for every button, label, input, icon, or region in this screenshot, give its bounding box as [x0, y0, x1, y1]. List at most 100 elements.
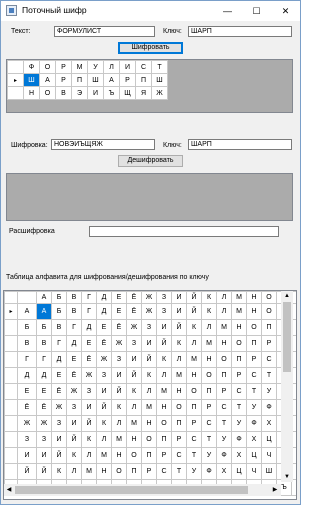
- grid-cell[interactable]: П: [246, 335, 262, 352]
- grid-cell[interactable]: Т: [231, 399, 247, 416]
- grid-cell[interactable]: Ч: [261, 447, 277, 464]
- vertical-scrollbar[interactable]: ▲ ▼: [281, 291, 293, 482]
- row-indicator[interactable]: [4, 463, 18, 480]
- table-row[interactable]: ВВГДЕЁЖЗИЙКЛМНОПРСТ: [4, 335, 296, 352]
- grid-cell[interactable]: Ф: [231, 431, 247, 448]
- grid-cell[interactable]: Н: [111, 447, 127, 464]
- column-header[interactable]: Е: [111, 291, 127, 304]
- grid-cell[interactable]: К: [186, 319, 202, 336]
- grid-cell[interactable]: Н: [23, 86, 40, 100]
- grid-cell[interactable]: Р: [55, 73, 72, 87]
- row-header[interactable]: [7, 86, 24, 100]
- column-header[interactable]: И: [119, 60, 136, 74]
- column-header[interactable]: Ж: [141, 291, 157, 304]
- grid-cell[interactable]: З: [156, 303, 172, 320]
- result-input[interactable]: [89, 226, 279, 237]
- title-bar[interactable]: Поточный шифр — ☐ ✕: [1, 1, 300, 21]
- grid-cell[interactable]: Ж: [81, 367, 97, 384]
- grid-cell[interactable]: Ё: [96, 335, 112, 352]
- encrypt-key-input[interactable]: ШАРП: [188, 26, 292, 37]
- column-header[interactable]: А: [36, 291, 52, 304]
- grid-cell[interactable]: Л: [81, 447, 97, 464]
- grid-cell[interactable]: Ж: [96, 351, 112, 368]
- grid-cell[interactable]: Р: [171, 431, 187, 448]
- grid-cell[interactable]: З: [126, 335, 142, 352]
- grid-cell[interactable]: Ё: [51, 383, 67, 400]
- grid-cell[interactable]: Т: [216, 415, 232, 432]
- column-header[interactable]: Л: [103, 60, 120, 74]
- grid-cell[interactable]: Н: [201, 351, 217, 368]
- grid-cell[interactable]: С: [231, 383, 247, 400]
- scroll-down-icon[interactable]: ▼: [281, 472, 293, 482]
- grid-cell[interactable]: Д: [66, 335, 82, 352]
- vertical-scroll-thumb[interactable]: [283, 302, 291, 372]
- grid-cell[interactable]: Ш: [23, 73, 40, 87]
- grid-cell[interactable]: Й: [171, 319, 187, 336]
- row-label[interactable]: Г: [17, 351, 37, 368]
- grid-cell[interactable]: Н: [246, 303, 262, 320]
- grid-cell[interactable]: И: [141, 335, 157, 352]
- column-header[interactable]: Ф: [23, 60, 40, 74]
- grid-cell[interactable]: Д: [96, 303, 112, 320]
- grid-cell[interactable]: Ъ: [103, 86, 120, 100]
- grid-cell[interactable]: Ц: [261, 431, 277, 448]
- grid-cell[interactable]: П: [231, 351, 247, 368]
- grid-cell[interactable]: И: [96, 383, 112, 400]
- row-indicator[interactable]: [4, 367, 18, 384]
- grid-cell[interactable]: М: [201, 335, 217, 352]
- grid-cell[interactable]: Е: [111, 303, 127, 320]
- grid-cell[interactable]: В: [55, 86, 72, 100]
- grid-cell[interactable]: З: [36, 431, 52, 448]
- scroll-right-icon[interactable]: ▶: [270, 484, 280, 496]
- column-header[interactable]: Р: [55, 60, 72, 74]
- grid-cell[interactable]: И: [126, 351, 142, 368]
- grid-cell[interactable]: Й: [111, 383, 127, 400]
- grid-cell[interactable]: Ц: [246, 447, 262, 464]
- grid-cell[interactable]: К: [111, 399, 127, 416]
- encrypt-button[interactable]: Шифровать: [118, 42, 183, 54]
- grid-cell[interactable]: П: [261, 319, 277, 336]
- row-indicator[interactable]: ▸: [4, 303, 18, 320]
- cipher-input[interactable]: НОВЭИЪЩЯЖ: [51, 139, 155, 150]
- grid-cell[interactable]: С: [156, 463, 172, 480]
- grid-cell[interactable]: Ш: [151, 73, 168, 87]
- grid-cell[interactable]: М: [216, 319, 232, 336]
- column-header[interactable]: Г: [81, 291, 97, 304]
- grid-cell[interactable]: Р: [216, 383, 232, 400]
- grid-cell[interactable]: В: [66, 303, 82, 320]
- grid-cell[interactable]: З: [81, 383, 97, 400]
- column-header[interactable]: С: [135, 60, 152, 74]
- column-header[interactable]: З: [156, 291, 172, 304]
- grid-cell[interactable]: И: [66, 415, 82, 432]
- column-header[interactable]: В: [66, 291, 82, 304]
- grid-cell[interactable]: Т: [261, 367, 277, 384]
- grid-cell[interactable]: З: [111, 351, 127, 368]
- grid-cell[interactable]: С: [201, 415, 217, 432]
- grid-cell[interactable]: Ё: [66, 367, 82, 384]
- grid-cell[interactable]: Ф: [261, 399, 277, 416]
- grid-cell[interactable]: Х: [261, 415, 277, 432]
- grid-cell[interactable]: Д: [81, 319, 97, 336]
- grid-cell[interactable]: Ё: [111, 319, 127, 336]
- grid-cell[interactable]: П: [171, 415, 187, 432]
- horizontal-scroll-thumb[interactable]: [15, 486, 248, 494]
- grid-cell[interactable]: Р: [119, 73, 136, 87]
- grid-cell[interactable]: Й: [81, 415, 97, 432]
- grid-cell[interactable]: П: [135, 73, 152, 87]
- table-row[interactable]: ЗЗИЙКЛМНОПРСТУФХЦЧШ: [4, 431, 296, 448]
- grid-cell[interactable]: М: [156, 383, 172, 400]
- table-row[interactable]: ББВГДЕЁЖЗИЙКЛМНОПРС: [4, 319, 296, 336]
- grid-cell[interactable]: Е: [66, 351, 82, 368]
- grid-cell[interactable]: Д: [36, 367, 52, 384]
- grid-cell[interactable]: Ё: [126, 303, 142, 320]
- grid-cell[interactable]: Н: [96, 463, 112, 480]
- grid-cell[interactable]: Ж: [151, 86, 168, 100]
- row-label[interactable]: Ё: [17, 399, 37, 416]
- grid-cell[interactable]: Ш: [87, 73, 104, 87]
- minimize-button[interactable]: —: [213, 1, 242, 21]
- grid-cell[interactable]: Т: [186, 447, 202, 464]
- grid-cell[interactable]: Ш: [261, 463, 277, 480]
- grid-cell[interactable]: Я: [135, 86, 152, 100]
- table-row[interactable]: ▸ Ш А Р П Ш А Р П Ш: [7, 73, 168, 87]
- grid-cell[interactable]: Л: [141, 383, 157, 400]
